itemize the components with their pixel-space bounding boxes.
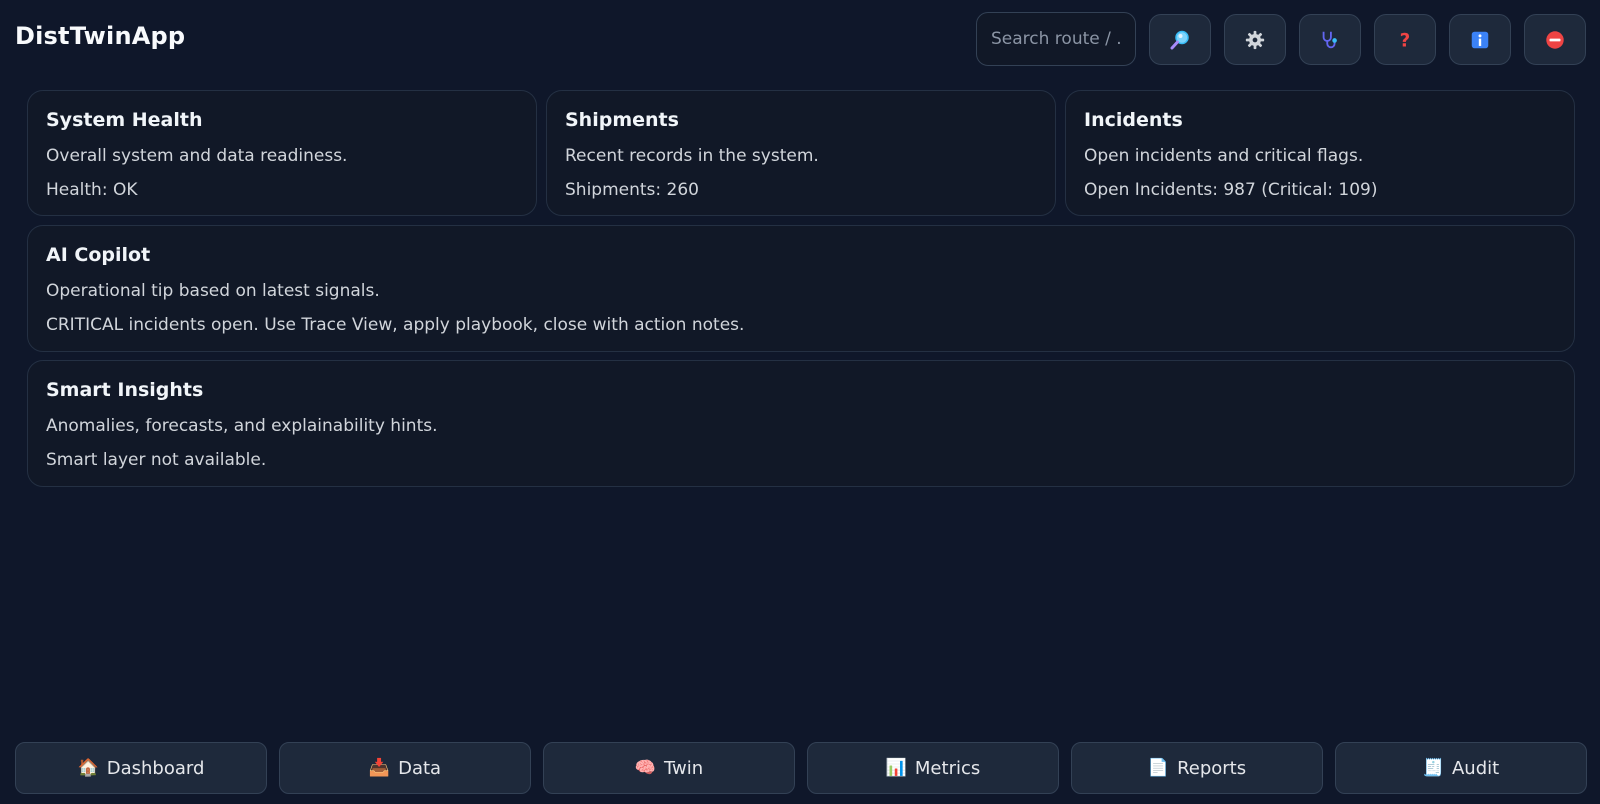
app-title: DistTwinApp — [15, 22, 186, 50]
settings-button[interactable] — [1224, 14, 1286, 65]
help-button[interactable]: ? — [1374, 14, 1436, 65]
svg-text:?: ? — [1400, 30, 1411, 51]
card-value: Shipments: 260 — [565, 180, 699, 200]
card-value: Health: OK — [46, 180, 138, 200]
nav-label: Metrics — [914, 757, 981, 779]
search-icon — [1170, 30, 1189, 49]
bottom-nav: 🏠 Dashboard 📥 Data 🧠 Twin 📊 Metrics 📄 Re… — [0, 742, 1600, 794]
app-root: DistTwinApp Search route / ... ? System … — [0, 0, 1600, 804]
receipt-icon: 🧾 — [1422, 757, 1444, 778]
stethoscope-icon — [1322, 31, 1337, 48]
nav-label: Audit — [1451, 757, 1500, 779]
top-bar: DistTwinApp Search route / ... ? — [0, 0, 1600, 80]
card-description: Overall system and data readiness. — [46, 146, 348, 166]
bar-chart-icon: 📊 — [885, 757, 907, 778]
inbox-icon: 📥 — [368, 757, 391, 778]
nav-label: Dashboard — [106, 757, 205, 779]
smart-insights-card: Smart Insights Anomalies, forecasts, and… — [27, 360, 1575, 487]
home-icon: 🏠 — [77, 757, 99, 778]
help-icon: ? — [1400, 30, 1411, 51]
card-description: Open incidents and critical flags. — [1084, 146, 1364, 166]
ai-copilot-card: AI Copilot Operational tip based on late… — [27, 225, 1575, 352]
stop-button[interactable] — [1524, 14, 1586, 65]
brain-icon: 🧠 — [634, 757, 656, 778]
search-input[interactable] — [976, 12, 1136, 66]
nav-label: Twin — [664, 757, 704, 779]
card-title: Incidents — [1084, 109, 1183, 131]
nav-data-button[interactable]: 📥 Data — [279, 742, 531, 794]
card-description: Operational tip based on latest signals. — [46, 281, 380, 301]
document-icon: 📄 — [1147, 757, 1170, 778]
diagnostics-button[interactable] — [1299, 14, 1361, 65]
incidents-card: Incidents Open incidents and critical fl… — [1065, 90, 1575, 216]
card-description: Anomalies, forecasts, and explainability… — [46, 416, 438, 436]
nav-audit-button[interactable]: 🧾 Audit — [1335, 742, 1587, 794]
nav-reports-button[interactable]: 📄 Reports — [1071, 742, 1323, 794]
nav-label: Reports — [1177, 757, 1247, 779]
card-title: Shipments — [565, 109, 679, 131]
card-title: Smart Insights — [46, 379, 204, 401]
system-health-card: System Health Overall system and data re… — [27, 90, 537, 216]
info-icon — [1471, 31, 1489, 48]
nav-label: Data — [398, 757, 442, 779]
nav-dashboard-button[interactable]: 🏠 Dashboard — [15, 742, 267, 794]
card-description: Recent records in the system. — [565, 146, 819, 166]
nav-twin-button[interactable]: 🧠 Twin — [543, 742, 795, 794]
card-value: CRITICAL incidents open. Use Trace View,… — [46, 315, 745, 335]
card-title: AI Copilot — [46, 244, 151, 266]
shipments-card: Shipments Recent records in the system. … — [546, 90, 1056, 216]
nav-metrics-button[interactable]: 📊 Metrics — [807, 742, 1059, 794]
card-value: Open Incidents: 987 (Critical: 109) — [1084, 180, 1378, 200]
card-title: System Health — [46, 109, 203, 131]
card-value: Smart layer not available. — [46, 450, 267, 470]
search-button[interactable] — [1149, 14, 1211, 65]
gear-icon — [1245, 30, 1265, 49]
stop-icon — [1546, 30, 1564, 49]
info-button[interactable] — [1449, 14, 1511, 65]
